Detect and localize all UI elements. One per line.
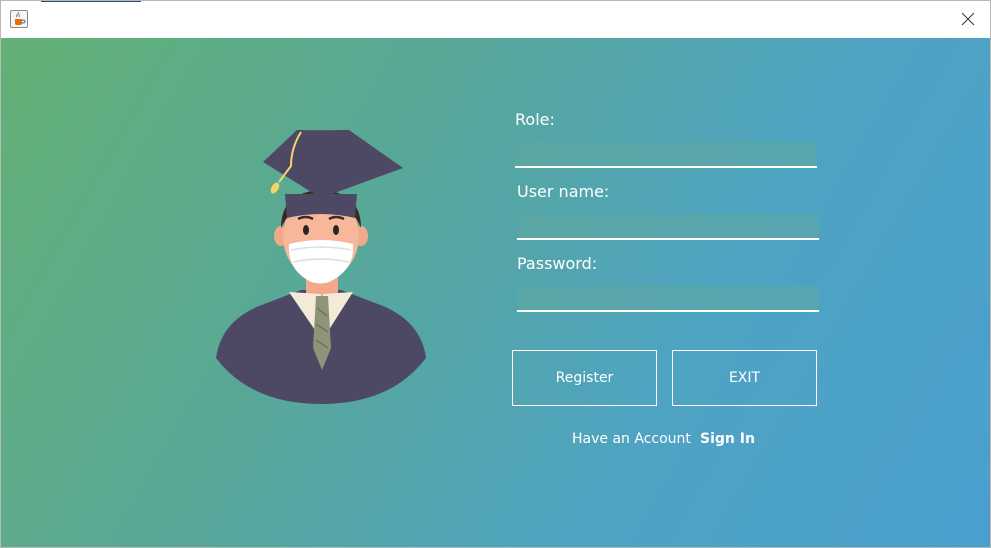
- username-input[interactable]: [517, 214, 819, 240]
- register-button[interactable]: Register: [512, 350, 657, 406]
- role-input[interactable]: [515, 142, 817, 168]
- close-button[interactable]: [946, 1, 990, 38]
- login-panel: Role: User name: Password: Register EXIT…: [1, 38, 990, 547]
- login-window: Role: User name: Password: Register EXIT…: [0, 0, 991, 548]
- title-bar-accent: [41, 1, 141, 2]
- java-app-icon: [10, 10, 28, 28]
- close-icon: [961, 12, 975, 26]
- exit-button[interactable]: EXIT: [672, 350, 817, 406]
- password-label: Password:: [517, 254, 598, 273]
- title-bar: [1, 1, 990, 38]
- role-label: Role:: [515, 110, 555, 129]
- sign-in-link[interactable]: Sign In: [700, 430, 755, 448]
- username-label: User name:: [517, 182, 610, 201]
- graduate-avatar-icon: [216, 130, 426, 404]
- have-account-text: Have an Account: [572, 431, 691, 447]
- password-input[interactable]: [517, 286, 819, 312]
